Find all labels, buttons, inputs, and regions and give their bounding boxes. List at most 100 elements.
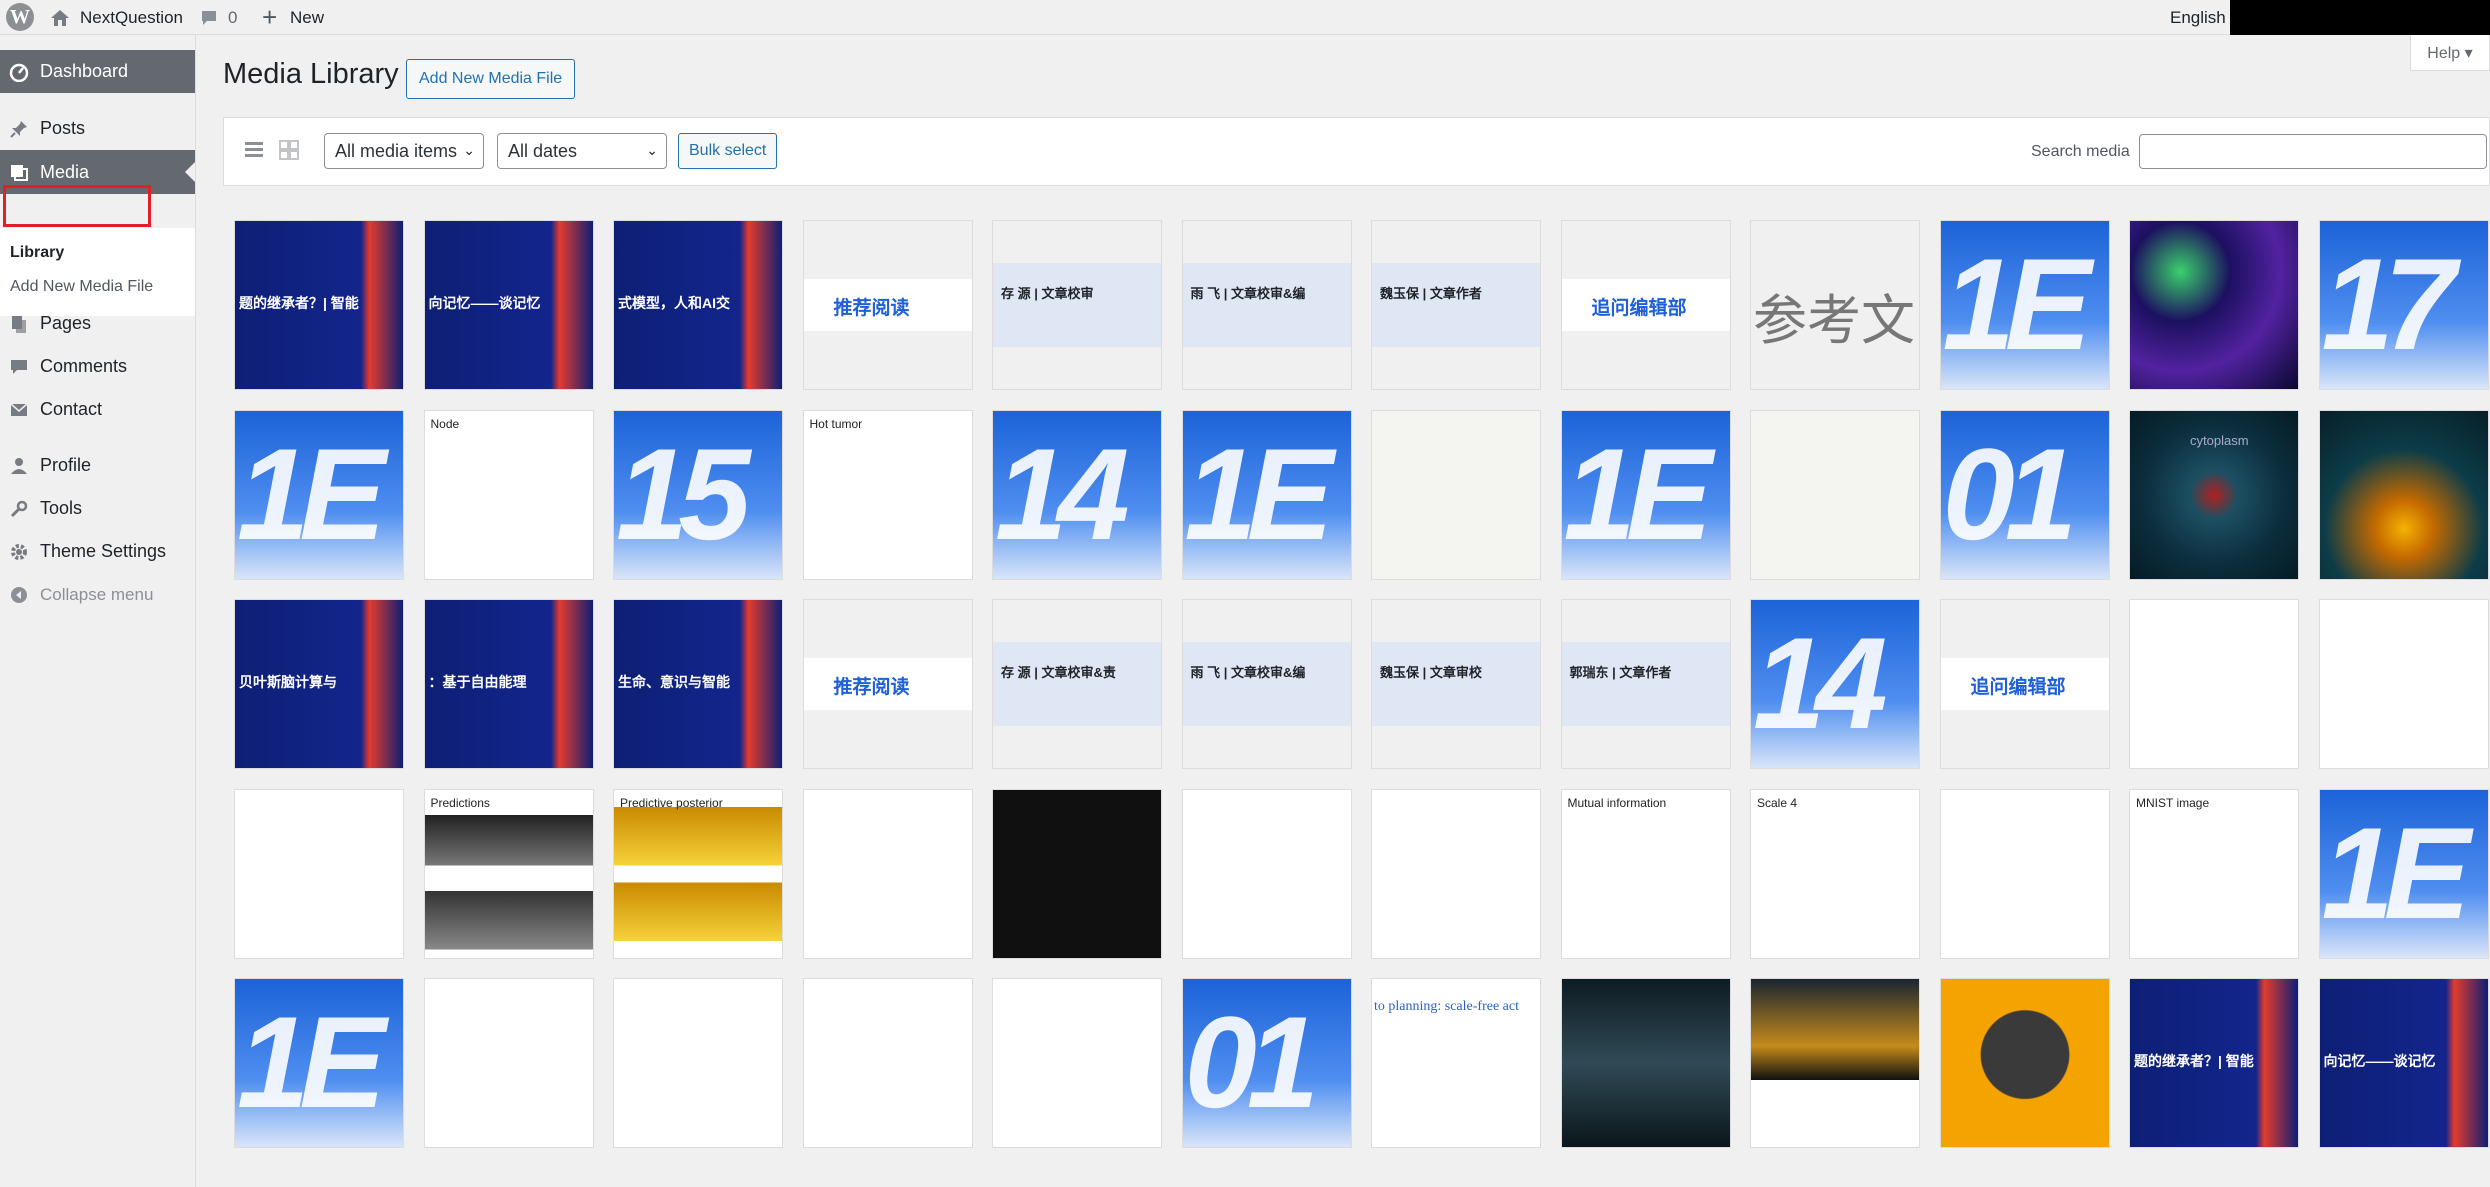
media-thumbnail[interactable]: 魏玉保 | 文章审校: [1371, 599, 1541, 769]
media-thumbnail[interactable]: [423, 978, 594, 1148]
media-type-filter[interactable]: All media items ⌄: [324, 133, 484, 169]
media-thumbnail[interactable]: 式模型，人和AI交: [613, 220, 783, 390]
collapse-menu-button[interactable]: Collapse menu: [0, 573, 195, 616]
media-thumbnail[interactable]: Mutual information: [1560, 788, 1731, 959]
sidebar-item-pages[interactable]: Pages: [0, 302, 195, 345]
media-thumbnail[interactable]: MNIST image: [2129, 788, 2299, 959]
thumbnail-image: [993, 221, 1161, 389]
media-thumbnail[interactable]: 推荐阅读: [802, 599, 973, 769]
media-thumbnail[interactable]: [1939, 978, 2110, 1148]
thumbnail-image: [1751, 789, 1919, 958]
media-thumbnail[interactable]: Node: [423, 409, 594, 580]
grid-view-icon[interactable]: [279, 140, 299, 160]
media-thumbnail[interactable]: [1939, 788, 2110, 959]
media-thumbnail[interactable]: [1560, 978, 1731, 1148]
media-thumbnail[interactable]: 魏玉保 | 文章作者: [1371, 220, 1541, 390]
thumbnail-image: [235, 789, 403, 958]
media-thumbnail[interactable]: [992, 978, 1162, 1148]
media-thumbnail[interactable]: [1371, 409, 1541, 580]
media-thumbnail[interactable]: 贝叶斯脑计算与: [234, 599, 404, 769]
sidebar-item-contact[interactable]: Contact: [0, 388, 195, 431]
bulk-select-button[interactable]: Bulk select: [678, 133, 778, 169]
media-thumbnail[interactable]: 存 源 | 文章校审: [992, 220, 1162, 390]
media-thumbnail[interactable]: [1181, 788, 1352, 959]
media-thumbnail[interactable]: [1371, 788, 1541, 959]
thumbnail-image: [803, 789, 972, 958]
media-thumbnail[interactable]: Predictions: [423, 788, 594, 959]
media-thumbnail[interactable]: 题的继承者？| 智能: [234, 220, 404, 390]
media-thumbnail[interactable]: 14: [1750, 599, 1920, 769]
help-tab-button[interactable]: Help ▾: [2410, 35, 2490, 71]
media-thumbnail[interactable]: Predictive posterior: [613, 788, 783, 959]
media-thumbnail[interactable]: 追问编辑部: [1560, 220, 1731, 390]
site-name-link[interactable]: NextQuestion: [80, 0, 183, 35]
media-thumbnail[interactable]: 1E: [1560, 409, 1731, 580]
sidebar-item-posts[interactable]: Posts: [0, 107, 195, 150]
submenu-add-new[interactable]: Add New Media File: [10, 278, 153, 296]
thumbnail-caption: 雨 飞 | 文章校审&编: [1190, 286, 1306, 301]
thumbnail-caption: 存 源 | 文章校审&责: [1001, 665, 1116, 680]
media-thumbnail[interactable]: 15: [613, 409, 783, 580]
media-thumbnail[interactable]: 参考文: [1750, 220, 1920, 390]
new-content-link[interactable]: New: [290, 0, 324, 35]
media-thumbnail[interactable]: [2129, 599, 2299, 769]
media-thumbnail[interactable]: 1E: [234, 978, 404, 1148]
sidebar-item-tools[interactable]: Tools: [0, 487, 195, 530]
wrench-icon: [8, 498, 30, 520]
search-input[interactable]: [2139, 134, 2487, 169]
media-thumbnail[interactable]: 向记忆——谈记忆: [423, 220, 594, 390]
thumbnail-image: [1751, 410, 1919, 579]
comments-icon: [8, 356, 30, 378]
plus-icon[interactable]: +: [262, 0, 277, 35]
media-thumbnail[interactable]: [1750, 978, 1920, 1148]
media-thumbnail[interactable]: 01: [1181, 978, 1352, 1148]
media-thumbnail[interactable]: 14: [992, 409, 1162, 580]
thumbnail-image: [1182, 600, 1351, 768]
list-view-icon[interactable]: [244, 140, 264, 160]
home-icon[interactable]: [50, 0, 72, 35]
media-thumbnail[interactable]: Scale 4: [1750, 788, 1920, 959]
media-thumbnail[interactable]: 郭瑞东 | 文章作者: [1560, 599, 1731, 769]
wordpress-logo-icon[interactable]: W: [6, 3, 34, 31]
media-thumbnail[interactable]: to planning: scale-free act: [1371, 978, 1541, 1148]
media-thumbnail[interactable]: 向记忆——谈记忆: [2318, 978, 2489, 1148]
media-thumbnail[interactable]: 01: [1939, 409, 2110, 580]
thumbnail-caption: 魏玉保 | 文章作者: [1380, 286, 1482, 301]
media-thumbnail[interactable]: 雨 飞 | 文章校审&编: [1181, 220, 1352, 390]
add-new-media-button[interactable]: Add New Media File: [406, 59, 576, 99]
media-thumbnail[interactable]: 1E: [2318, 788, 2489, 959]
media-thumbnail[interactable]: [2318, 409, 2489, 580]
media-thumbnail[interactable]: cytoplasm: [2129, 409, 2299, 580]
sidebar-item-comments[interactable]: Comments: [0, 345, 195, 388]
media-thumbnail[interactable]: 追问编辑部: [1939, 599, 2110, 769]
sidebar-item-profile[interactable]: Profile: [0, 444, 195, 487]
media-thumbnail[interactable]: 1E: [1939, 220, 2110, 390]
sidebar-item-dashboard[interactable]: Dashboard: [0, 50, 195, 93]
media-thumbnail[interactable]: [1750, 409, 1920, 580]
submenu-library[interactable]: Library: [10, 244, 64, 262]
comment-count[interactable]: 0: [228, 0, 237, 35]
media-thumbnail[interactable]: 1E: [234, 409, 404, 580]
media-thumbnail[interactable]: [613, 978, 783, 1148]
media-thumbnail[interactable]: [2129, 220, 2299, 390]
media-thumbnail[interactable]: ：基于自由能理: [423, 599, 594, 769]
date-filter[interactable]: All dates ⌄: [497, 133, 667, 169]
media-thumbnail[interactable]: 生命、意识与智能: [613, 599, 783, 769]
thumbnail-caption: cytoplasm: [2190, 432, 2249, 448]
media-thumbnail[interactable]: [2318, 599, 2489, 769]
media-thumbnail[interactable]: [802, 978, 973, 1148]
media-thumbnail[interactable]: [802, 788, 973, 959]
media-thumbnail[interactable]: [234, 788, 404, 959]
media-thumbnail[interactable]: 存 源 | 文章校审&责: [992, 599, 1162, 769]
comment-icon[interactable]: [200, 0, 220, 35]
media-thumbnail[interactable]: 雨 飞 | 文章校审&编: [1181, 599, 1352, 769]
sidebar-item-theme-settings[interactable]: Theme Settings: [0, 530, 195, 573]
media-thumbnail[interactable]: 题的继承者？| 智能: [2129, 978, 2299, 1148]
media-thumbnail[interactable]: 推荐阅读: [802, 220, 973, 390]
media-thumbnail[interactable]: 1E: [1181, 409, 1352, 580]
thumbnail-caption: 1E: [1942, 231, 2092, 377]
media-thumbnail[interactable]: 17: [2318, 220, 2489, 390]
media-thumbnail[interactable]: Hot tumor: [802, 409, 973, 580]
media-thumbnail[interactable]: [992, 788, 1162, 959]
language-switcher[interactable]: English: [2170, 0, 2226, 35]
